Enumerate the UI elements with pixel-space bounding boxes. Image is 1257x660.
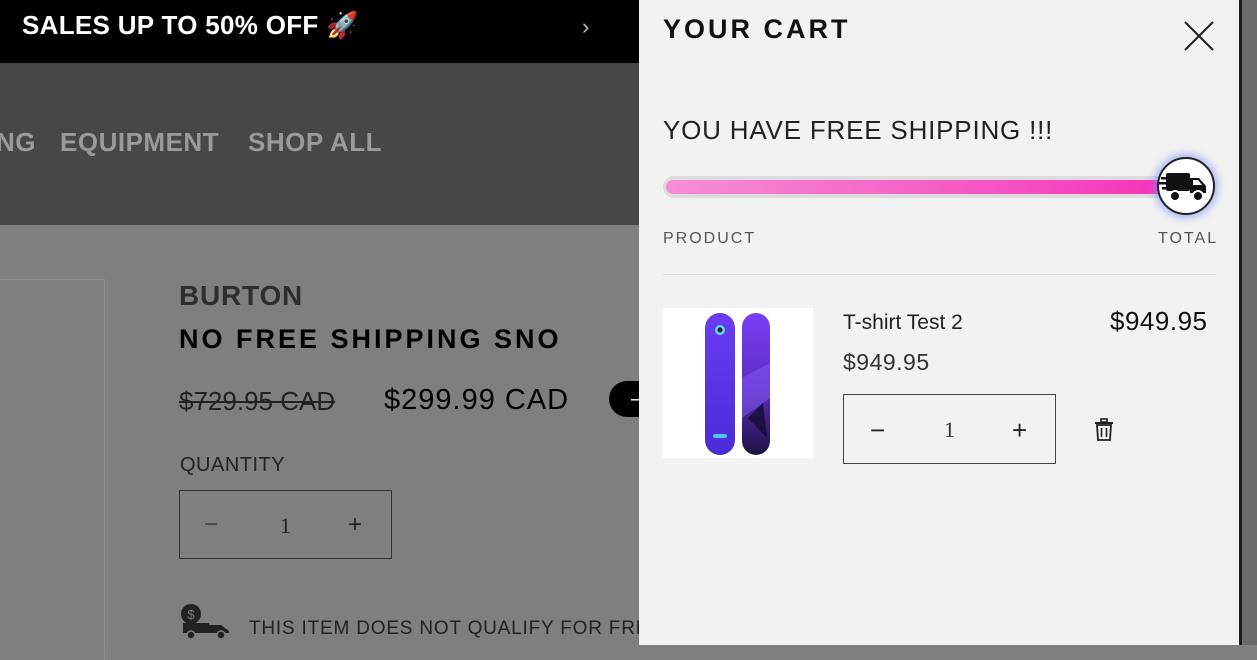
product-qty-value[interactable]: 1 xyxy=(280,513,291,539)
product-qty-plus-button[interactable]: + xyxy=(348,511,362,539)
cart-title: YOUR CART xyxy=(663,14,851,44)
nav-item-shop-all[interactable]: SHOP ALL xyxy=(248,127,382,158)
column-header-total: TOTAL xyxy=(1158,230,1219,247)
svg-text:$: $ xyxy=(187,607,195,622)
announcement-text: SALES UP TO 50% OFF 🚀 xyxy=(22,10,359,40)
nav-item-partial[interactable]: NG xyxy=(0,127,36,158)
quantity-label: QUANTITY xyxy=(180,454,286,476)
product-qty-minus-button[interactable]: − xyxy=(204,511,218,539)
product-media xyxy=(0,279,105,660)
column-header-product: PRODUCT xyxy=(663,230,757,247)
drawer-border xyxy=(1239,0,1242,645)
cart-item-price: $949.95 xyxy=(843,349,930,375)
cart-item-total: $949.95 xyxy=(1110,306,1208,336)
close-icon[interactable] xyxy=(1181,18,1217,54)
cart-quantity-stepper: − 1 + xyxy=(843,394,1056,464)
cart-qty-minus-button[interactable]: − xyxy=(870,415,885,446)
cart-qty-value[interactable]: 1 xyxy=(944,417,955,443)
compare-price: $729.95 CAD xyxy=(179,386,336,416)
announcement-next-icon[interactable]: › xyxy=(582,14,589,40)
nav-item-equipment[interactable]: EQUIPMENT xyxy=(60,127,219,158)
cart-qty-plus-button[interactable]: + xyxy=(1012,415,1027,446)
sale-price: $299.99 CAD xyxy=(384,384,570,416)
free-shipping-progress xyxy=(663,176,1199,198)
product-quantity-stepper: − 1 + xyxy=(179,490,392,559)
cart-divider xyxy=(663,274,1216,275)
product-title: NO FREE SHIPPING SNO xyxy=(179,324,562,354)
cart-drawer: YOUR CART YOU HAVE FREE SHIPPING !!! PRO… xyxy=(639,0,1239,645)
free-shipping-message: YOU HAVE FREE SHIPPING !!! xyxy=(663,115,1054,145)
shipping-money-truck-icon: $ xyxy=(181,604,229,640)
trash-icon[interactable] xyxy=(1093,418,1115,442)
shipping-note: THIS ITEM DOES NOT QUALIFY FOR FREE xyxy=(249,618,663,639)
product-brand: BURTON xyxy=(179,280,304,311)
cart-item-name[interactable]: T-shirt Test 2 xyxy=(843,311,963,335)
delivery-truck-icon xyxy=(1157,157,1215,215)
cart-item-image[interactable] xyxy=(663,308,813,458)
free-shipping-progress-fill xyxy=(666,180,1196,194)
